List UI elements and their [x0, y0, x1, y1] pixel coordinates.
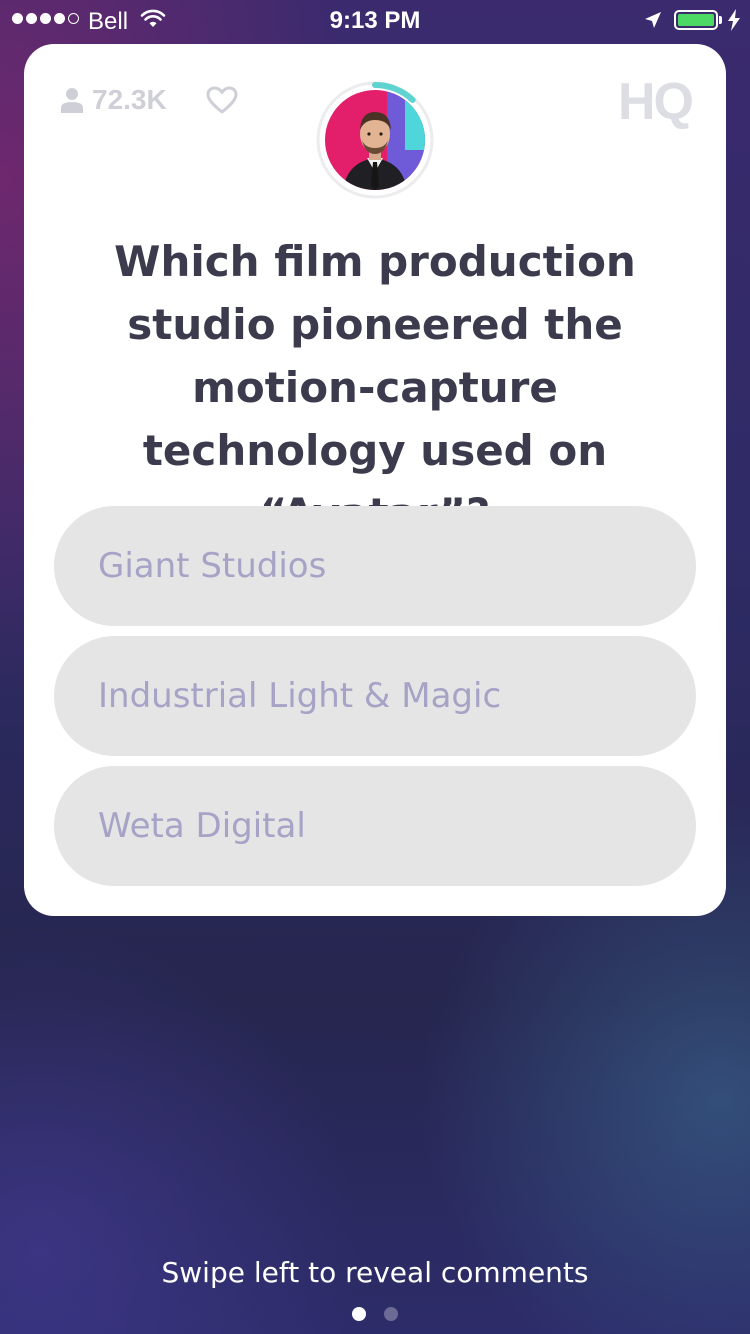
- answer-option-label: Industrial Light & Magic: [98, 676, 502, 716]
- answer-option-3[interactable]: Weta Digital: [54, 766, 696, 886]
- status-bar: Bell 9:13 PM: [0, 0, 750, 40]
- hq-logo: HQ: [618, 73, 694, 131]
- host-photo: [325, 90, 425, 190]
- charging-bolt-icon: [728, 9, 740, 31]
- answer-option-1[interactable]: Giant Studios: [54, 506, 696, 626]
- battery-level: [678, 14, 714, 26]
- question-card: 72.3K HQ Which film production studio pi…: [24, 44, 726, 916]
- location-arrow-icon: [645, 12, 661, 28]
- page-dot-active: [352, 1307, 366, 1321]
- swipe-hint-text: Swipe left to reveal comments: [161, 1256, 589, 1289]
- answer-option-label: Giant Studios: [98, 546, 327, 586]
- battery-tip: [719, 16, 722, 24]
- clock: 9:13 PM: [329, 7, 421, 34]
- heart-icon[interactable]: [206, 86, 238, 114]
- answer-option-2[interactable]: Industrial Light & Magic: [54, 636, 696, 756]
- answer-option-label: Weta Digital: [98, 806, 306, 846]
- question-text: Which film production studio pioneered t…: [114, 237, 636, 538]
- viewer-count: 72.3K: [60, 84, 167, 116]
- person-icon: [61, 88, 83, 113]
- page-indicator[interactable]: [0, 1307, 750, 1321]
- page-dot: [384, 1307, 398, 1321]
- host-avatar: [315, 80, 435, 200]
- battery-icon: [674, 10, 718, 30]
- viewer-count-value: 72.3K: [92, 84, 167, 115]
